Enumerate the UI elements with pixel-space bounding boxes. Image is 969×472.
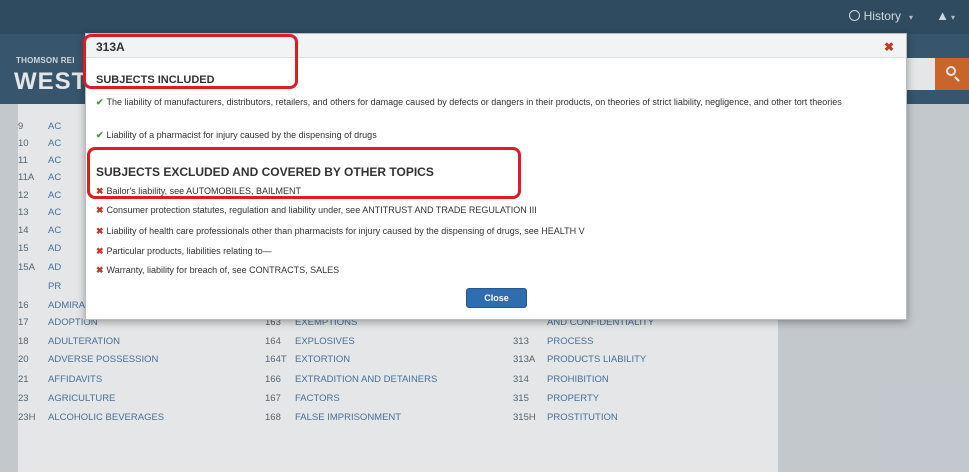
- x-icon: ✖: [96, 205, 104, 215]
- excluded-item-text: Warranty, liability for breach of, see C…: [106, 265, 340, 275]
- excluded-item: ✖ Consumer protection statutes, regulatio…: [96, 204, 896, 217]
- highlight-annotation: [87, 147, 521, 199]
- excluded-item-text: Consumer protection statutes, regulation…: [106, 205, 537, 215]
- included-item-text: The liability of manufacturers, distribu…: [106, 97, 842, 107]
- x-icon: ✖: [96, 226, 104, 236]
- excluded-item-text: Particular products, liabilities relatin…: [106, 246, 272, 256]
- close-button[interactable]: Close: [466, 288, 527, 308]
- highlight-annotation: [83, 34, 298, 89]
- excluded-item: ✖ Warranty, liability for breach of, see …: [96, 264, 896, 277]
- check-icon: ✔: [96, 97, 104, 107]
- included-item: ✔ The liability of manufacturers, distrib…: [96, 96, 896, 109]
- x-icon: ✖: [96, 265, 104, 275]
- check-icon: ✔: [96, 130, 104, 140]
- excluded-item-text: Liability of health care professionals o…: [106, 226, 585, 236]
- included-item: ✔ Liability of a pharmacist for injury ca…: [96, 129, 896, 142]
- excluded-item: ✖ Liability of health care professionals …: [96, 225, 896, 238]
- included-item-text: Liability of a pharmacist for injury cau…: [106, 130, 377, 140]
- close-icon[interactable]: ✖: [884, 40, 894, 54]
- x-icon: ✖: [96, 246, 104, 256]
- excluded-item: ✖ Particular products, liabilities relati…: [96, 245, 896, 258]
